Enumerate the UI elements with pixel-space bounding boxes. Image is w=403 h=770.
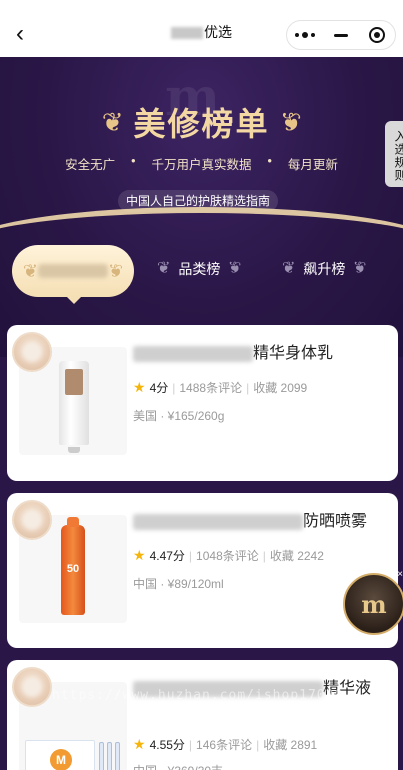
sunscreen-spray-image: [61, 517, 85, 615]
product-title: 精华身体乳: [133, 343, 381, 365]
miniprogram-capsule: [286, 20, 396, 50]
favorite-count: 收藏 2242: [269, 549, 324, 563]
hero-banner: m ❦ 美修榜单 ❦ 安全无广 • 千万用户真实数据 • 每月更新 中国人自己的…: [0, 57, 403, 357]
laurel-left-icon: ❦: [157, 260, 171, 277]
product-meta: ★ 4.55分 | 146条评论 | 收藏 2891: [133, 736, 318, 752]
subtitle-item: 每月更新: [287, 158, 338, 172]
rank-badge: [12, 667, 52, 707]
vials-image: [99, 742, 123, 770]
product-card[interactable]: 防晒喷雾 ★ 4.47分 | 1048条评论 | 收藏 2242 中国 · ¥8…: [7, 493, 398, 648]
product-meta: ★ 4分 | 1488条评论 | 收藏 2099: [133, 379, 308, 395]
favorite-count: 收藏 2891: [263, 738, 318, 752]
hero-title: 美修榜单: [133, 106, 270, 142]
minimize-icon[interactable]: [323, 21, 359, 49]
ranking-tabs: ❦ ❦ ❦ 品类榜 ❦ ❦ 飙升榜 ❦: [0, 240, 403, 304]
top-navbar: ‹ 优选: [0, 0, 403, 60]
laurel-left-icon: ❦: [282, 260, 296, 277]
origin-price: 中国 · ¥89/120ml: [133, 577, 224, 591]
star-icon: ★: [133, 547, 146, 563]
star-icon: ★: [133, 736, 146, 752]
more-icon[interactable]: [287, 21, 323, 49]
product-card[interactable]: 精华身体乳 ★ 4分 | 1488条评论 | 收藏 2099 美国 · ¥165…: [7, 325, 398, 481]
blurred-title: [133, 345, 253, 362]
rank-badge: [12, 332, 52, 372]
laurel-right-icon: ❦: [353, 260, 367, 277]
laurel-left-icon: ❦: [101, 107, 124, 137]
favorite-count: 收藏 2099: [253, 381, 308, 395]
hero-subtitle: 安全无广 • 千万用户真实数据 • 每月更新: [0, 154, 403, 173]
laurel-right-icon: ❦: [228, 260, 242, 277]
score: 4.47分: [149, 549, 185, 563]
product-meta: ★ 4.47分 | 1048条评论 | 收藏 2242: [133, 547, 324, 563]
hero-title-row: ❦ 美修榜单 ❦: [0, 99, 403, 145]
tab-active-ranking[interactable]: ❦ ❦: [12, 245, 134, 297]
review-count: 1488条评论: [179, 381, 243, 395]
tab-label: 飙升榜: [303, 261, 346, 277]
blurred-title: [133, 513, 303, 530]
origin-price: 中国 · ¥369/30支: [133, 762, 223, 770]
ampoule-box-image: [25, 740, 95, 770]
review-count: 146条评论: [196, 738, 253, 752]
product-title: 防晒喷雾: [133, 511, 381, 533]
laurel-right-icon: ❦: [279, 107, 302, 137]
tab-label: 品类榜: [178, 261, 221, 277]
score: 4分: [149, 381, 169, 395]
score: 4.55分: [149, 738, 185, 752]
subtitle-item: 千万用户真实数据: [151, 158, 252, 172]
origin-price: 美国 · ¥165/260g: [133, 409, 225, 423]
close-icon[interactable]: ×: [395, 570, 403, 580]
subtitle-item: 安全无广: [65, 158, 116, 172]
laurel-right-icon: ❦: [108, 261, 124, 281]
laurel-left-icon: ❦: [22, 261, 38, 281]
rank-badge: [12, 500, 52, 540]
close-circle-icon[interactable]: [359, 21, 395, 49]
tab-category[interactable]: ❦ 品类榜 ❦: [157, 254, 242, 284]
tab-rising[interactable]: ❦ 飙升榜 ❦: [282, 254, 367, 284]
floating-promo-badge[interactable]: m: [343, 573, 403, 635]
product-card[interactable]: 精华液 ★ 4.55分 | 146条评论 | 收藏 2891 中国 · ¥369…: [7, 660, 398, 770]
blurred-tab-label: [38, 264, 108, 278]
watermark-text: https://www.huzhan.com/ishop17020: [52, 688, 344, 703]
rules-side-tab[interactable]: 入选规则: [385, 121, 403, 187]
separator-dot: •: [267, 154, 272, 168]
blurred-brand: [171, 27, 203, 40]
lotion-tube-image: [59, 361, 89, 453]
review-count: 1048条评论: [196, 549, 259, 563]
star-icon: ★: [133, 379, 146, 395]
active-tab-pointer: [66, 296, 82, 304]
separator-dot: •: [131, 154, 136, 168]
